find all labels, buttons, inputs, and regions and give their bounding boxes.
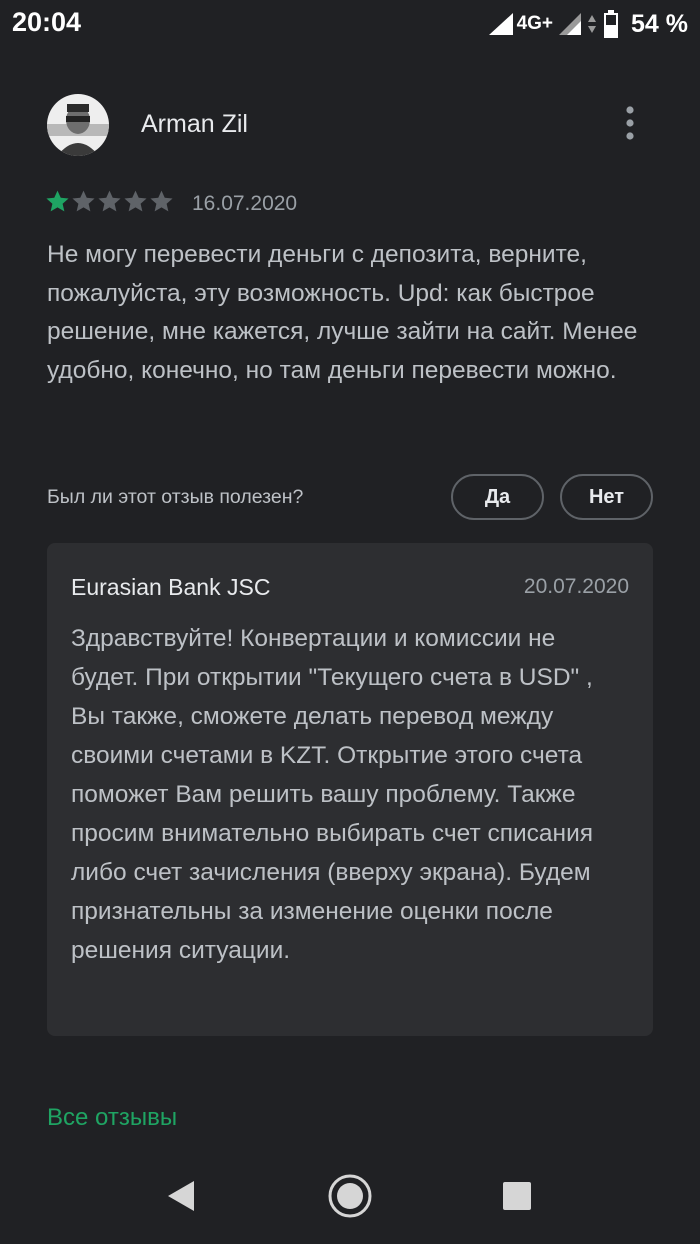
reply-author: Eurasian Bank JSC [71, 574, 271, 600]
review-date: 16.07.2020 [192, 192, 298, 215]
rating-row: 16.07.2020 [45, 190, 297, 218]
review-author: Arman Zil [141, 110, 248, 138]
reply-date: 20.07.2020 [523, 575, 629, 598]
nav-recents-button[interactable] [493, 1174, 541, 1222]
star-empty-icon [123, 189, 148, 219]
developer-reply-card: Eurasian Bank JSC 20.07.2020 Здравствуйт… [47, 543, 653, 1036]
signal-2-icon [559, 13, 582, 35]
battery-icon [603, 10, 619, 38]
nav-home-button[interactable] [326, 1174, 374, 1222]
star-empty-icon [71, 189, 96, 219]
status-time: 20:04 [12, 7, 82, 37]
review-text: Не могу перевести деньги с депозита, вер… [47, 241, 638, 384]
network-type-label: 4G+ [516, 13, 554, 34]
reply-text: Здравствуйте! Конвертации и комиссии не … [71, 625, 594, 964]
battery-percent: 54 % [631, 9, 688, 38]
data-arrows-icon [587, 13, 597, 35]
home-circle-icon [327, 1173, 373, 1224]
nav-back-button[interactable] [157, 1174, 205, 1222]
avatar[interactable] [47, 94, 109, 156]
helpful-yes-button[interactable]: Да [451, 474, 544, 520]
back-triangle-icon [166, 1179, 196, 1218]
helpful-no-button[interactable]: Нет [560, 474, 653, 520]
signal-icon [488, 13, 513, 35]
navigation-bar [0, 1150, 700, 1244]
more-options-button[interactable] [611, 104, 649, 146]
star-empty-icon [149, 189, 174, 219]
all-reviews-link[interactable]: Все отзывы [47, 1104, 177, 1132]
star-empty-icon [97, 189, 122, 219]
status-icons: 4G+ 54 % [488, 8, 688, 40]
more-vert-icon [625, 105, 635, 145]
star-filled-icon [45, 189, 70, 219]
screen: 20:04 4G+ 54 % Arman Zil 16.07.2020 Не м… [0, 0, 700, 1244]
recents-square-icon [502, 1181, 532, 1216]
star-rating [45, 189, 174, 219]
helpful-question: Был ли этот отзыв полезен? [47, 486, 304, 508]
status-bar: 20:04 4G+ 54 % [0, 0, 700, 48]
